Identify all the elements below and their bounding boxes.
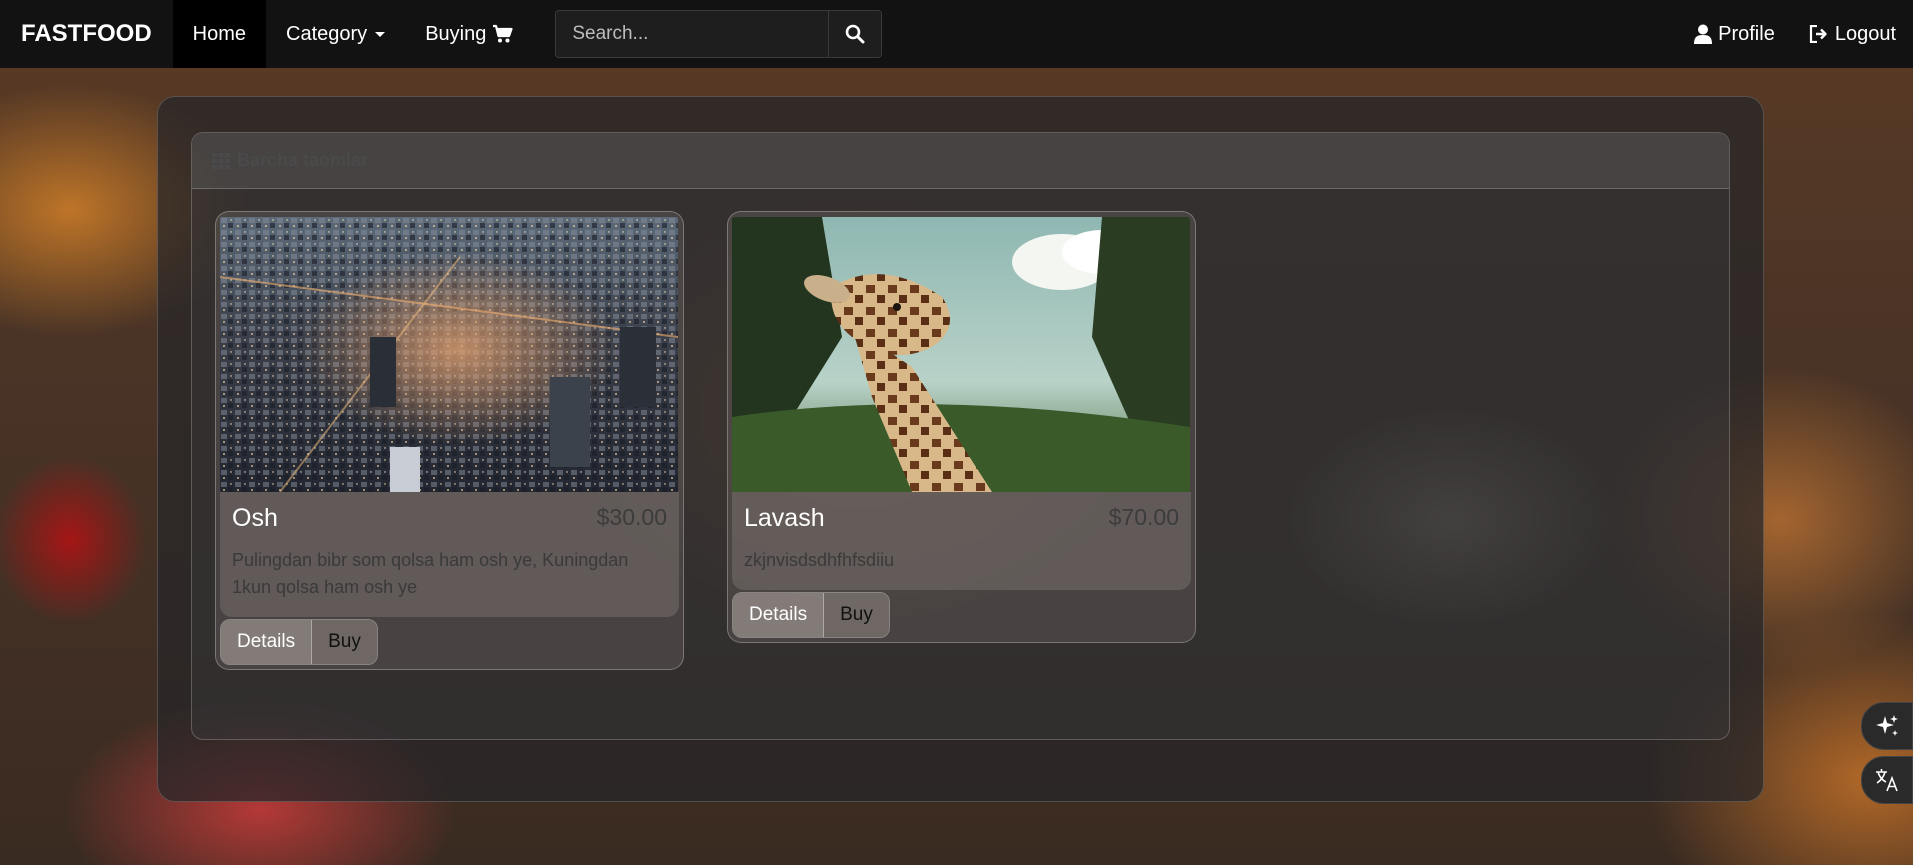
logout-icon — [1809, 25, 1827, 43]
products-panel: Barcha taomlar Osh $30.00 Pulingdan bibr… — [191, 132, 1730, 740]
product-image[interactable] — [220, 217, 678, 492]
nav-profile-label: Profile — [1718, 22, 1775, 45]
nav-logout[interactable]: Logout — [1792, 0, 1913, 68]
nav-category-label: Category — [286, 22, 368, 45]
city-night-image — [220, 217, 678, 492]
search-icon — [846, 24, 865, 44]
buy-button[interactable]: Buy — [824, 593, 889, 637]
product-card: Lavash $70.00 zkjnvisdsdhfhfsdiiu Detail… — [727, 211, 1196, 643]
nav-logout-label: Logout — [1834, 22, 1896, 45]
product-price: $30.00 — [596, 504, 667, 530]
card-body: Osh $30.00 Pulingdan bibr som qolsa ham … — [220, 492, 679, 617]
main-container: Barcha taomlar Osh $30.00 Pulingdan bibr… — [157, 96, 1764, 802]
card-actions: Details Buy — [220, 619, 378, 665]
product-description: zkjnvisdsdhfhfsdiiu — [744, 550, 895, 570]
buy-button[interactable]: Buy — [312, 620, 377, 664]
card-actions: Details Buy — [732, 592, 890, 638]
product-description: Pulingdan bibr som qolsa ham osh ye, Kun… — [232, 550, 629, 597]
search-button[interactable] — [828, 11, 882, 57]
giraffe-image — [732, 217, 1190, 492]
nav-profile[interactable]: Profile — [1677, 0, 1792, 68]
user-icon — [1694, 24, 1713, 44]
caret-down-icon — [375, 31, 386, 37]
brand-logo[interactable]: FASTFOOD — [0, 0, 173, 68]
nav-category-dropdown[interactable]: Category — [266, 0, 405, 68]
nav-buying-label: Buying — [425, 22, 487, 45]
nav-home-label: Home — [192, 22, 247, 45]
grid-icon — [212, 152, 230, 169]
nav-home[interactable]: Home — [172, 0, 267, 68]
product-image[interactable] — [732, 217, 1190, 492]
cart-icon — [493, 24, 513, 43]
panel-title: Barcha taomlar — [237, 150, 369, 170]
sparkle-icon — [1876, 715, 1898, 736]
translate-icon — [1876, 769, 1898, 792]
nav-buying[interactable]: Buying — [405, 0, 534, 68]
details-button[interactable]: Details — [221, 620, 313, 664]
panel-header: Barcha taomlar — [192, 133, 1729, 189]
card-body: Lavash $70.00 zkjnvisdsdhfhfsdiiu — [732, 492, 1191, 590]
ai-assistant-button[interactable] — [1861, 702, 1913, 750]
details-button[interactable]: Details — [733, 593, 825, 637]
product-price: $70.00 — [1108, 504, 1179, 530]
navbar: FASTFOOD Home Category Buying Search... … — [0, 0, 1913, 68]
nav-right-group: Profile Logout — [1677, 0, 1913, 68]
translate-button[interactable] — [1861, 756, 1913, 804]
product-card: Osh $30.00 Pulingdan bibr som qolsa ham … — [215, 211, 684, 670]
search-bar — [555, 10, 883, 58]
search-input[interactable] — [556, 11, 829, 57]
